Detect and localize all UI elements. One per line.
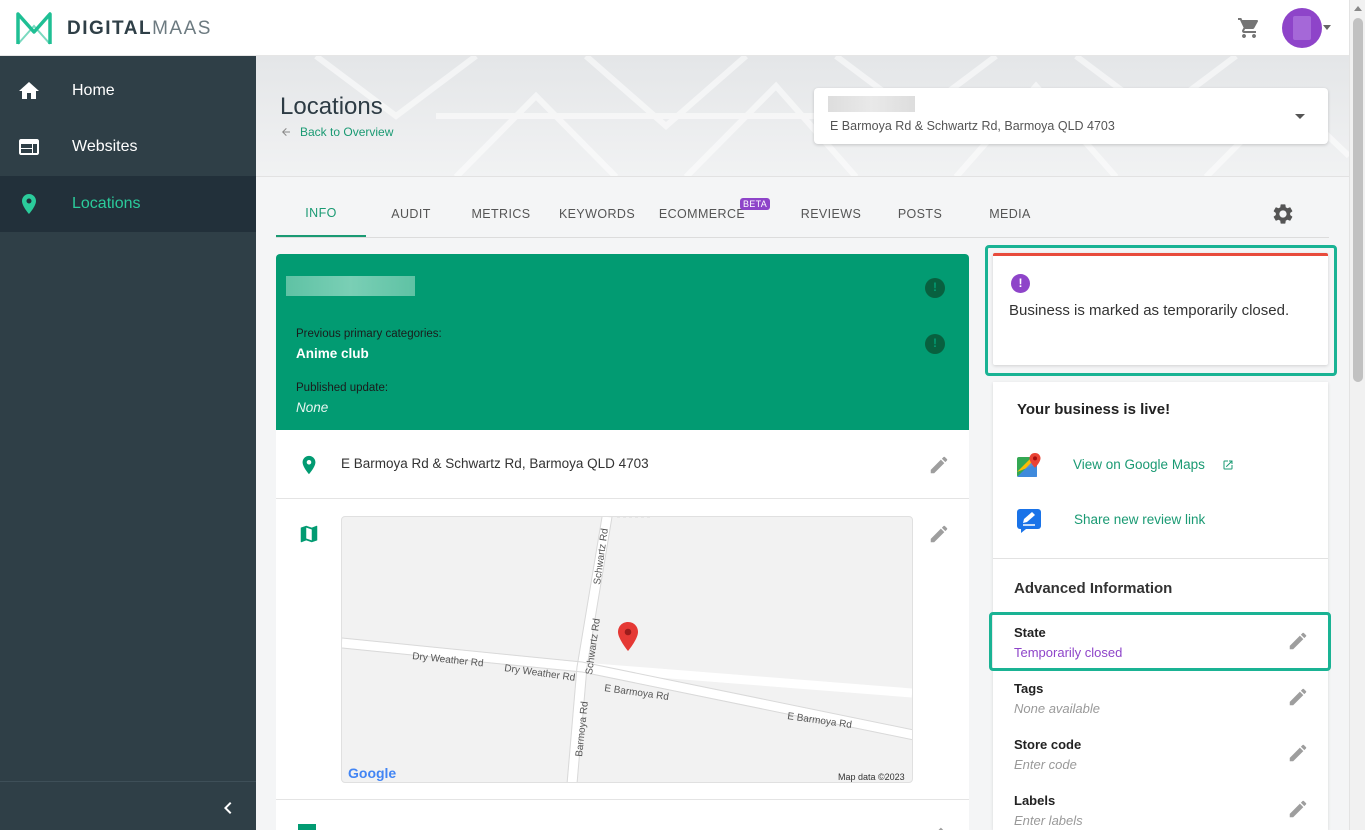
view-on-google-maps-link[interactable]: View on Google Maps xyxy=(993,445,1328,485)
tab-label: ECOMMERCE xyxy=(658,206,746,221)
tab-posts[interactable]: POSTS xyxy=(888,190,952,237)
prev-categories-value: Anime club xyxy=(296,346,369,361)
scroll-up-arrow-icon[interactable] xyxy=(1354,6,1362,11)
beta-badge: BETA xyxy=(740,198,771,210)
back-to-overview-link[interactable]: Back to Overview xyxy=(280,125,393,139)
pencil-icon[interactable] xyxy=(928,822,950,830)
page-title: Locations xyxy=(280,93,383,120)
tab-info[interactable]: INFO xyxy=(276,190,366,237)
divider xyxy=(993,558,1328,559)
map-icon xyxy=(300,525,318,543)
arrow-left-icon xyxy=(282,128,290,136)
top-bar: DIGITALMAAS xyxy=(0,0,1349,56)
chevron-down-icon xyxy=(1295,114,1305,119)
location-selector[interactable]: E Barmoya Rd & Schwartz Rd, Barmoya QLD … xyxy=(814,88,1328,144)
share-review-link[interactable]: Share new review link xyxy=(993,500,1328,540)
location-selector-address: E Barmoya Rd & Schwartz Rd, Barmoya QLD … xyxy=(830,119,1115,133)
address-row: E Barmoya Rd & Schwartz Rd, Barmoya QLD … xyxy=(276,430,969,499)
row-icon-partial xyxy=(298,824,316,830)
state-highlight-outline xyxy=(989,612,1331,671)
sidebar-item-websites[interactable]: Websites xyxy=(0,119,256,175)
tab-metrics[interactable]: METRICS xyxy=(466,190,536,237)
prev-categories-label: Previous primary categories: xyxy=(296,328,442,340)
pencil-icon[interactable] xyxy=(1287,686,1309,708)
logo-text: DIGITALMAAS xyxy=(67,18,212,39)
location-map[interactable]: Dry Weather Rd Dry Weather Rd E Barmoya … xyxy=(341,516,913,783)
sidebar-item-label: Home xyxy=(72,82,115,99)
business-live-title: Your business is live! xyxy=(1017,401,1171,418)
map-canvas: Dry Weather Rd Dry Weather Rd E Barmoya … xyxy=(342,517,912,782)
info-card: E Barmoya Rd & Schwartz Rd, Barmoya QLD … xyxy=(276,430,969,830)
field-labels: Labels Enter labels xyxy=(993,793,1328,830)
app-logo[interactable]: DIGITALMAAS xyxy=(15,10,212,48)
google-maps-icon xyxy=(1017,453,1041,477)
sidebar-item-label: Websites xyxy=(72,138,138,155)
tab-keywords[interactable]: KEYWORDS xyxy=(556,190,638,237)
location-status-card: Previous primary categories: Anime club … xyxy=(276,254,969,430)
tab-reviews[interactable]: REVIEWS xyxy=(796,190,866,237)
pencil-icon[interactable] xyxy=(928,454,950,476)
sidebar-item-label: Locations xyxy=(72,195,141,212)
scroll-thumb[interactable] xyxy=(1353,18,1363,382)
map-marker-icon[interactable] xyxy=(618,622,638,651)
external-link-icon xyxy=(1223,460,1233,470)
location-name-redacted xyxy=(286,276,415,296)
view-maps-label: View on Google Maps xyxy=(1073,457,1205,472)
business-live-card: Your business is live! View on Google Ma… xyxy=(993,382,1328,830)
tab-audit[interactable]: AUDIT xyxy=(376,190,446,237)
exclamation-icon xyxy=(1011,274,1030,293)
address-text: E Barmoya Rd & Schwartz Rd, Barmoya QLD … xyxy=(341,456,649,471)
map-attribution: Map data ©2023 xyxy=(838,772,905,782)
pencil-icon[interactable] xyxy=(1287,798,1309,820)
tab-ecommerce[interactable]: ECOMMERCE xyxy=(658,190,746,237)
field-value: Enter labels xyxy=(1014,813,1083,828)
sidebar-footer xyxy=(0,781,256,830)
browser-icon xyxy=(19,139,39,155)
pencil-icon[interactable] xyxy=(928,523,950,545)
back-link-label: Back to Overview xyxy=(300,125,394,139)
share-review-label: Share new review link xyxy=(1074,512,1206,527)
tab-bar: INFO AUDIT METRICS KEYWORDS ECOMMERCE BE… xyxy=(276,190,1329,238)
location-pin-icon xyxy=(22,194,36,214)
warning-icon xyxy=(925,278,945,298)
field-label: Store code xyxy=(1014,737,1082,752)
logo-mark-icon xyxy=(16,12,52,45)
map-street-label: Schwartz Rd xyxy=(592,528,611,586)
warning-icon xyxy=(925,334,945,354)
location-name-redacted xyxy=(828,96,915,112)
field-store-code: Store code Enter code xyxy=(993,737,1328,787)
field-tags: Tags None available xyxy=(993,681,1328,731)
alert-message: Business is marked as temporarily closed… xyxy=(1009,302,1290,319)
page-header: Locations Back to Overview E Barmoya Rd … xyxy=(256,56,1349,177)
tab-media[interactable]: MEDIA xyxy=(978,190,1042,237)
avatar[interactable] xyxy=(1282,8,1322,48)
field-label: Tags xyxy=(1014,681,1044,696)
pencil-icon[interactable] xyxy=(1287,742,1309,764)
location-pin-icon xyxy=(302,455,316,475)
google-logo: Google xyxy=(348,765,396,781)
field-label: Labels xyxy=(1014,793,1056,808)
sidebar: Home Websites Locations xyxy=(0,56,256,830)
gear-icon[interactable] xyxy=(1271,202,1295,226)
sidebar-item-home[interactable]: Home xyxy=(0,63,256,119)
published-update-value: None xyxy=(296,400,329,415)
field-value: Enter code xyxy=(1014,757,1077,772)
field-value: None available xyxy=(1014,701,1101,716)
chevron-down-icon[interactable] xyxy=(1323,25,1331,30)
temporarily-closed-alert: Business is marked as temporarily closed… xyxy=(993,253,1328,365)
cart-icon[interactable] xyxy=(1237,16,1261,40)
published-update-label: Published update: xyxy=(296,382,389,394)
advanced-info-title: Advanced Information xyxy=(1014,580,1173,597)
home-icon xyxy=(19,82,39,99)
sidebar-item-locations[interactable]: Locations xyxy=(0,176,256,232)
review-share-icon xyxy=(1017,509,1041,533)
chevron-left-icon[interactable] xyxy=(216,796,240,820)
page-scrollbar[interactable] xyxy=(1349,0,1365,830)
